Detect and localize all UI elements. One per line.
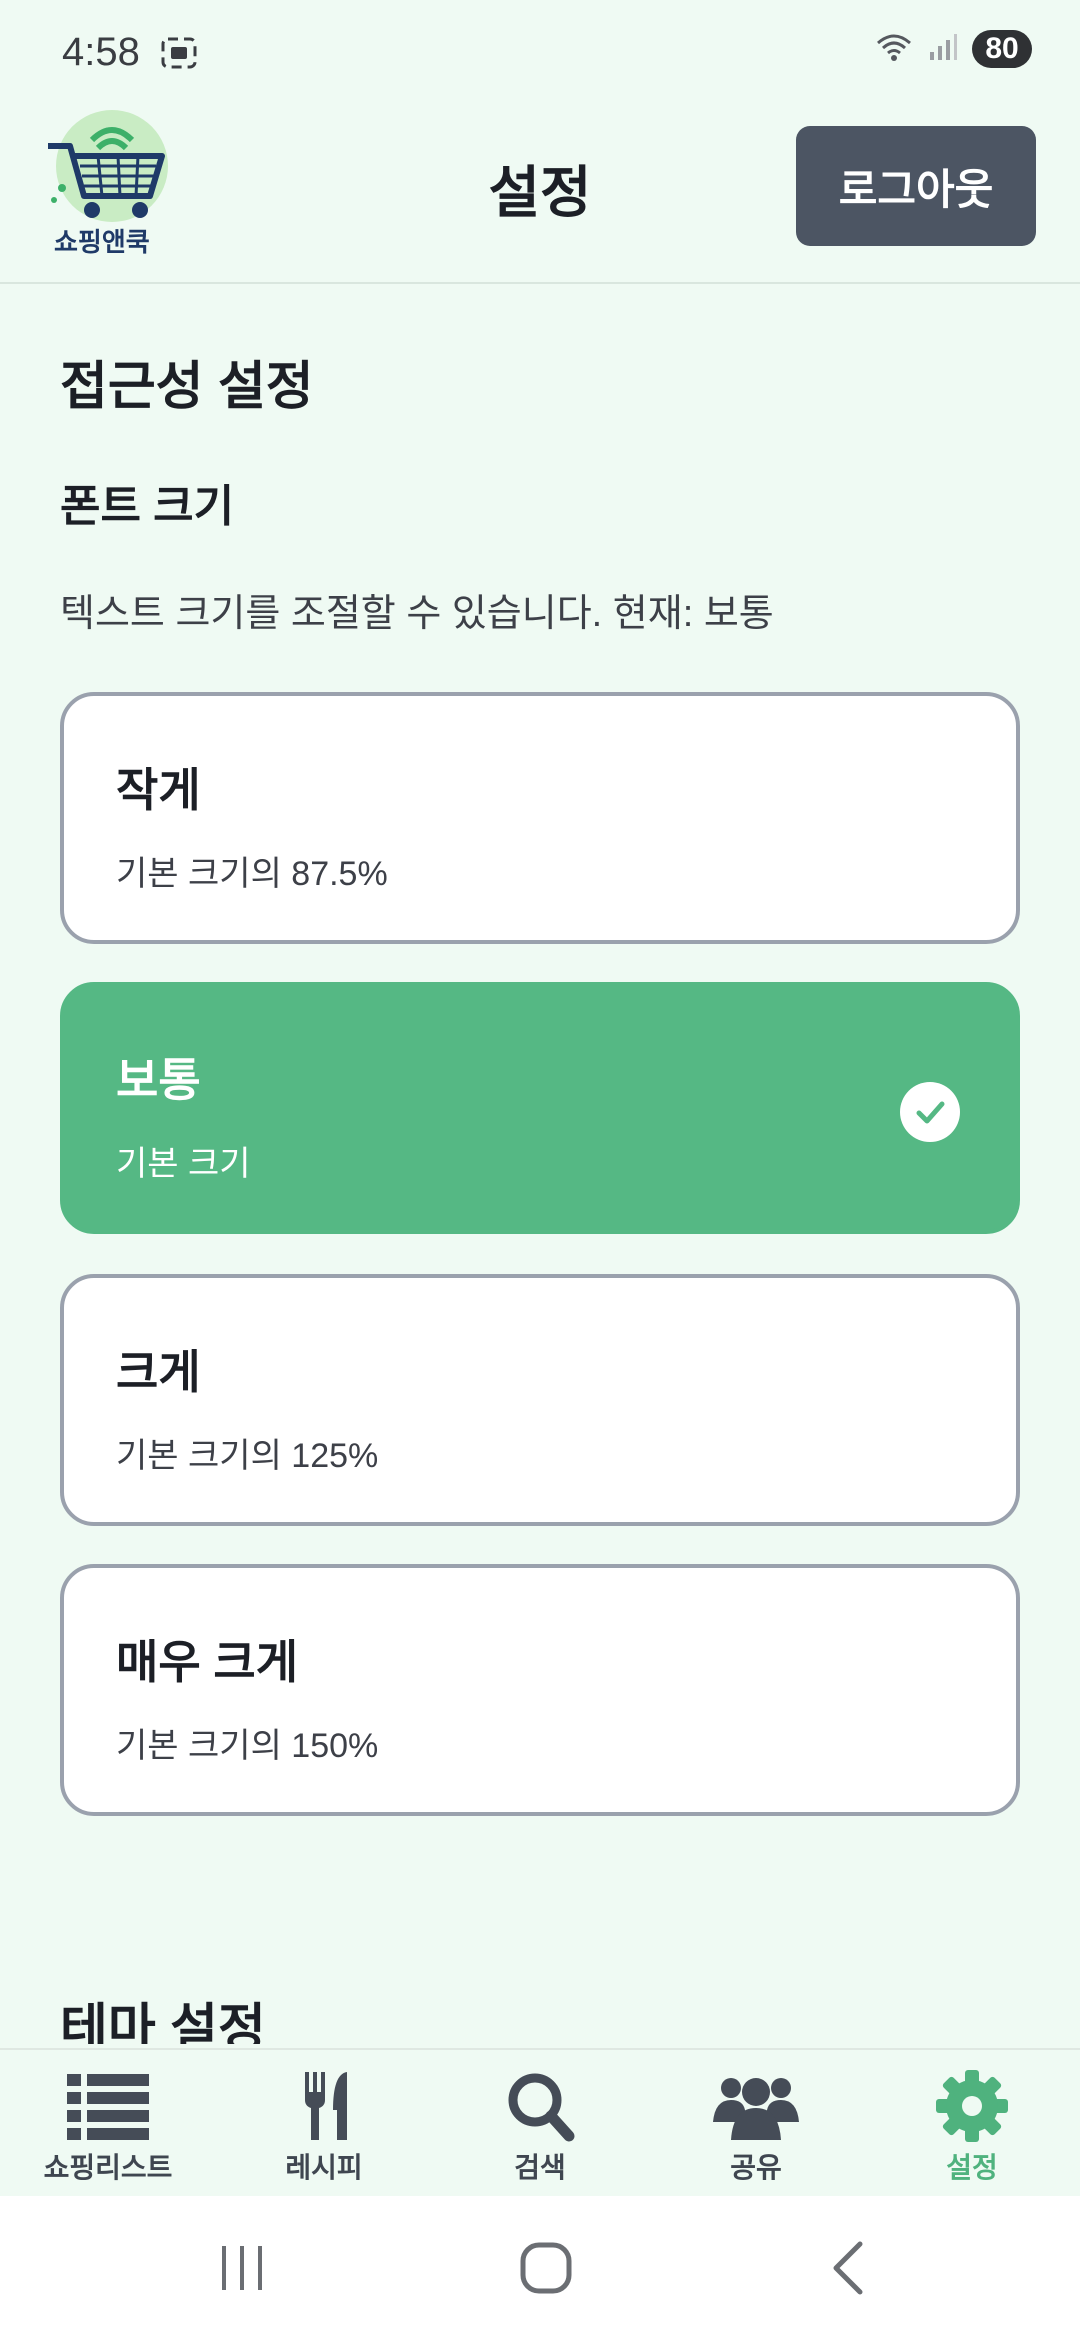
font-size-description: 텍스트 크기를 조절할 수 있습니다. 현재: 보통 [60,593,774,635]
font-size-title: 폰트 크기 [60,482,235,531]
recent-apps-button[interactable] [218,2240,268,2301]
back-button[interactable] [826,2240,870,2301]
nav-item-search[interactable]: 검색 [432,2050,648,2198]
nav-item-settings[interactable]: 설정 [864,2050,1080,2198]
battery-indicator: 80 [972,30,1032,68]
option-name: 작게 [116,764,201,816]
wifi-icon [874,31,914,68]
status-bar: 4:58 80 [0,0,1080,110]
font-option-large[interactable]: 크게 기본 크기의 125% [60,1274,1020,1526]
check-icon [900,1082,960,1142]
logout-button[interactable]: 로그아웃 [796,126,1036,246]
option-name: 크게 [116,1346,201,1398]
option-info: 기본 크기 [116,1145,251,1183]
signal-icon [928,32,958,67]
users-icon [713,2078,799,2140]
font-option-extra-large[interactable]: 매우 크게 기본 크기의 150% [60,1564,1020,1816]
nav-item-shopping-list[interactable]: 쇼핑리스트 [0,2050,216,2198]
option-name: 보통 [116,1054,201,1106]
font-option-small[interactable]: 작게 기본 크기의 87.5% [60,692,1020,944]
option-info: 기본 크기의 87.5% [116,855,388,893]
nav-label: 공유 [730,2152,782,2183]
nav-label: 쇼핑리스트 [43,2152,173,2183]
option-info: 기본 크기의 125% [116,1437,379,1475]
nav-label: 레시피 [285,2152,363,2183]
option-name: 매우 크게 [116,1636,299,1688]
search-icon [508,2073,575,2142]
home-button[interactable] [518,2240,574,2301]
fork-knife-icon [305,2072,347,2140]
settings-content[interactable]: 접근성 설정 폰트 크기 텍스트 크기를 조절할 수 있습니다. 현재: 보통 … [0,284,1080,2044]
screenshot-icon [160,36,198,75]
nav-label: 검색 [514,2152,566,2183]
nav-label: 설정 [946,2152,998,2183]
theme-section-title: 테마 설정 [60,2000,266,2044]
bottom-nav: 쇼핑리스트 레시피 검색 공유 설정 [0,2048,1080,2198]
list-icon [67,2074,149,2140]
app-header: 쇼핑앤쿡 설정 로그아웃 [0,110,1080,284]
system-nav-bar [0,2196,1080,2340]
nav-item-share[interactable]: 공유 [648,2050,864,2198]
option-info: 기본 크기의 150% [116,1727,379,1765]
gear-icon [936,2070,1008,2142]
nav-item-recipe[interactable]: 레시피 [216,2050,432,2198]
font-option-normal[interactable]: 보통 기본 크기 [60,982,1020,1234]
accessibility-section-title: 접근성 설정 [60,358,314,416]
status-time: 4:58 [62,30,140,74]
